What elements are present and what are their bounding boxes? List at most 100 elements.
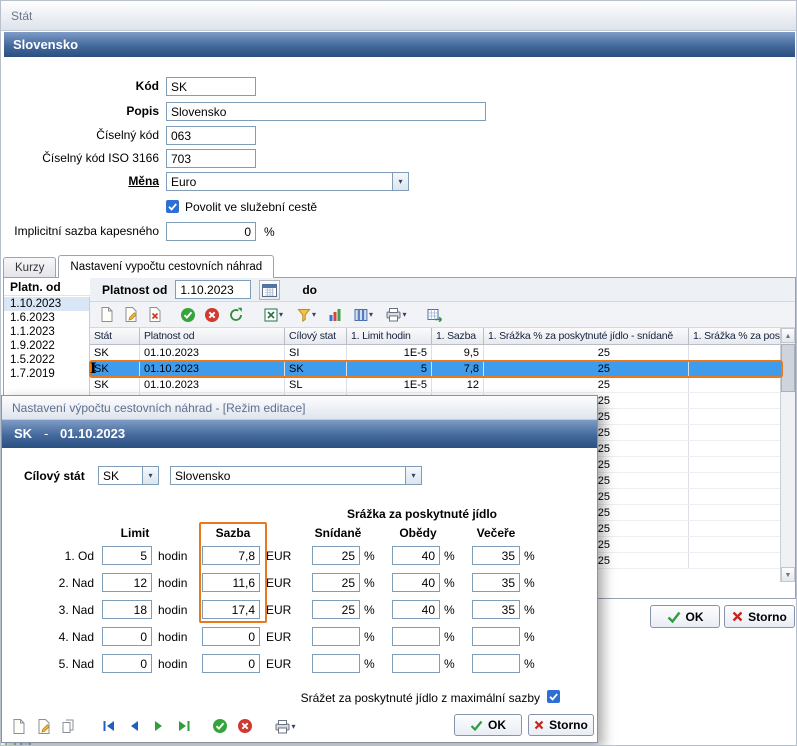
lunch-input[interactable] bbox=[392, 654, 440, 673]
columns-button[interactable]: ▾ bbox=[348, 305, 379, 325]
povolit-checkbox[interactable] bbox=[166, 200, 179, 213]
limit-input[interactable] bbox=[102, 627, 152, 646]
last-record-button[interactable] bbox=[173, 716, 195, 736]
dinner-input[interactable] bbox=[472, 654, 520, 673]
ciselny-kod-input[interactable] bbox=[166, 126, 256, 145]
grid-cell: 25 bbox=[484, 377, 689, 392]
limit-input[interactable] bbox=[102, 600, 152, 619]
dinner-input[interactable] bbox=[472, 573, 520, 592]
rate-input[interactable] bbox=[202, 600, 260, 619]
grid-column-header[interactable]: 1. Sazba bbox=[432, 328, 484, 345]
rate-input[interactable] bbox=[202, 627, 260, 646]
grid-column-header[interactable]: 1. Srážka % za poskytnuté jídlo - snídan… bbox=[484, 328, 689, 345]
cilovy-stat-code-combo[interactable]: ▾ bbox=[98, 466, 159, 485]
validity-list-item[interactable]: 1.1.2023 bbox=[4, 325, 89, 339]
grid-cell: SL bbox=[285, 377, 347, 392]
validity-list-item[interactable]: 1.7.2019 bbox=[4, 367, 89, 381]
storno-button[interactable]: Storno bbox=[724, 605, 795, 628]
delete-record-button[interactable] bbox=[144, 305, 166, 325]
limit-input[interactable] bbox=[102, 573, 152, 592]
popis-input[interactable] bbox=[166, 102, 486, 121]
cilovy-stat-name-combo[interactable]: ▾ bbox=[170, 466, 422, 485]
grid-row[interactable]: SK01.10.2023SI1E-59,525 bbox=[90, 345, 782, 361]
dinner-input[interactable] bbox=[472, 546, 520, 565]
lunch-input[interactable] bbox=[392, 573, 440, 592]
chart-button[interactable] bbox=[324, 305, 346, 325]
hours-unit: hodin bbox=[158, 603, 194, 617]
mena-input[interactable] bbox=[166, 172, 392, 191]
dialog-ok-button[interactable]: OK bbox=[454, 714, 522, 736]
chevron-down-icon[interactable]: ▾ bbox=[142, 466, 159, 485]
rate-input[interactable] bbox=[202, 573, 260, 592]
hours-unit: hodin bbox=[158, 576, 194, 590]
kapesne-input[interactable] bbox=[166, 222, 256, 241]
breakfast-input[interactable] bbox=[312, 627, 360, 646]
cilovy-stat-name-input[interactable] bbox=[170, 466, 405, 485]
grid-row[interactable]: SK01.10.2023SL1E-51225 bbox=[90, 377, 782, 393]
export-table-button[interactable] bbox=[423, 305, 445, 325]
breakfast-input[interactable] bbox=[312, 546, 360, 565]
first-record-button[interactable] bbox=[98, 716, 120, 736]
breakfast-input[interactable] bbox=[312, 600, 360, 619]
validity-list-item[interactable]: 1.6.2023 bbox=[4, 311, 89, 325]
dinner-input[interactable] bbox=[472, 600, 520, 619]
validity-list-item[interactable]: 1.10.2023 bbox=[4, 297, 89, 311]
previous-record-button[interactable] bbox=[123, 716, 145, 736]
next-record-button[interactable] bbox=[148, 716, 170, 736]
calendar-button[interactable] bbox=[259, 280, 280, 300]
breakfast-input[interactable] bbox=[312, 573, 360, 592]
lunch-input[interactable] bbox=[392, 600, 440, 619]
lunch-input[interactable] bbox=[392, 546, 440, 565]
scroll-up-arrow[interactable]: ▲ bbox=[781, 328, 795, 343]
new-record-button[interactable] bbox=[8, 716, 30, 736]
grid-row[interactable]: SK01.10.2023SK57,825 bbox=[90, 361, 782, 377]
cancel-button[interactable] bbox=[234, 716, 256, 736]
kod-input[interactable] bbox=[166, 77, 256, 96]
grid-column-header[interactable]: Stát bbox=[90, 328, 140, 345]
limit-input[interactable] bbox=[102, 546, 152, 565]
rate-input[interactable] bbox=[202, 546, 260, 565]
mena-combo[interactable]: ▾ bbox=[166, 172, 409, 191]
iso-input[interactable] bbox=[166, 149, 256, 168]
excel-export-button[interactable]: ▾ bbox=[258, 305, 289, 325]
tab-kurzy[interactable]: Kurzy bbox=[3, 257, 56, 278]
print-button[interactable]: ▾ bbox=[381, 305, 412, 325]
rate-input[interactable] bbox=[202, 654, 260, 673]
chevron-down-icon[interactable]: ▾ bbox=[405, 466, 422, 485]
new-record-button[interactable] bbox=[96, 305, 118, 325]
validity-list-item[interactable]: 1.5.2022 bbox=[4, 353, 89, 367]
breakfast-input[interactable] bbox=[312, 654, 360, 673]
grid-column-header[interactable]: Cílový stat bbox=[285, 328, 347, 345]
grid-column-header[interactable]: 1. Limit hodin bbox=[347, 328, 432, 345]
edit-record-button[interactable] bbox=[33, 716, 55, 736]
dinner-input[interactable] bbox=[472, 627, 520, 646]
limit-input[interactable] bbox=[102, 654, 152, 673]
edit-record-button[interactable] bbox=[120, 305, 142, 325]
dialog-storno-button[interactable]: Storno bbox=[528, 714, 594, 736]
grid-column-header[interactable]: Platnost od bbox=[140, 328, 285, 345]
platnost-od-input[interactable] bbox=[175, 280, 251, 299]
refresh-button[interactable] bbox=[225, 305, 247, 325]
validity-list-item[interactable]: 1.9.2022 bbox=[4, 339, 89, 353]
ok-button[interactable]: OK bbox=[650, 605, 720, 628]
cilovy-stat-code-input[interactable] bbox=[98, 466, 142, 485]
delete-document-icon bbox=[148, 307, 162, 322]
confirm-button[interactable] bbox=[177, 305, 199, 325]
scroll-thumb[interactable] bbox=[781, 344, 795, 392]
scroll-down-arrow[interactable]: ▼ bbox=[781, 567, 795, 582]
chevron-down-icon[interactable]: ▾ bbox=[392, 172, 409, 191]
lunch-input[interactable] bbox=[392, 627, 440, 646]
max-rate-checkbox[interactable] bbox=[547, 690, 560, 703]
hours-unit: hodin bbox=[158, 549, 194, 563]
confirm-button[interactable] bbox=[209, 716, 231, 736]
filter-button[interactable]: ▾ bbox=[291, 305, 322, 325]
grid-vertical-scrollbar[interactable]: ▲ ▼ bbox=[780, 328, 795, 582]
copy-record-button[interactable] bbox=[58, 716, 80, 736]
percent-unit: % bbox=[364, 603, 378, 617]
cancel-button[interactable] bbox=[201, 305, 223, 325]
tab-nastaveni[interactable]: Nastavení vypočtu cestovních náhrad bbox=[58, 255, 274, 278]
print-button[interactable]: ▾ bbox=[270, 716, 301, 736]
grid-column-header[interactable]: 1. Srážka % za pos bbox=[689, 328, 782, 345]
mena-label[interactable]: Měna bbox=[1, 172, 159, 191]
povolit-label: Povolit ve služební cestě bbox=[185, 200, 317, 214]
